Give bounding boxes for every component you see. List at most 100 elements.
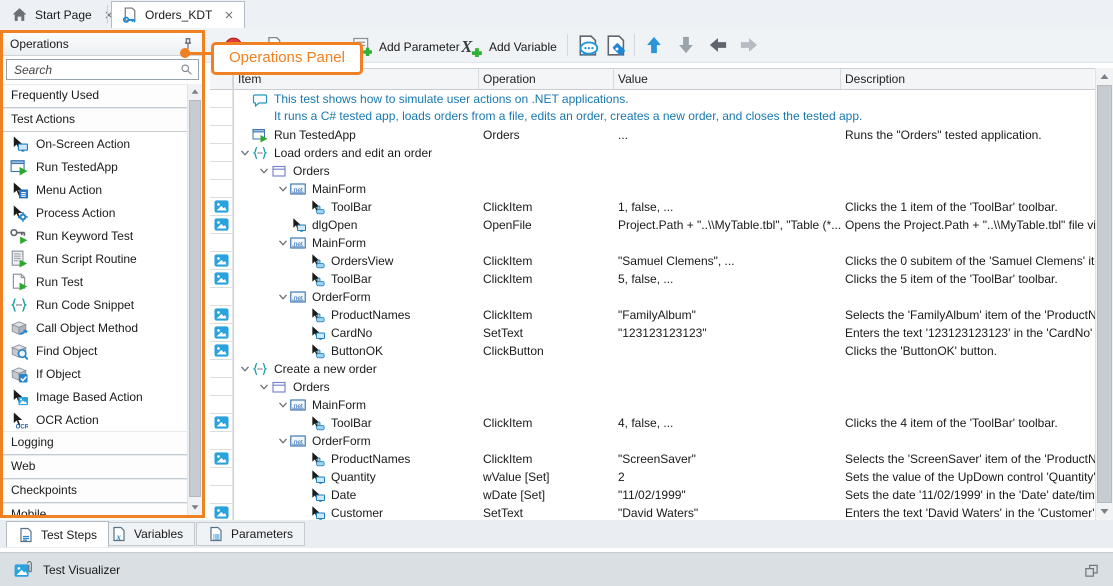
move-up-icon[interactable] <box>644 35 664 55</box>
table-row-productnames[interactable]: ProductNamesClickItem"FamilyAlbum"Select… <box>234 306 1096 324</box>
operation-item-run-script-routine[interactable]: Run Script Routine <box>3 247 188 270</box>
chevron-down-icon[interactable] <box>238 362 252 376</box>
table-row-orders[interactable]: Orders <box>234 162 1096 180</box>
visualizer-thumbnail-icon[interactable] <box>213 325 230 340</box>
add-variable-button[interactable]: Add Variable <box>489 38 557 56</box>
operation-item-run-code-snippet[interactable]: Run Code Snippet <box>3 293 188 316</box>
operation-cell[interactable]: OpenFile <box>483 216 614 234</box>
operation-cell[interactable]: ClickItem <box>483 198 614 216</box>
chevron-down-icon[interactable] <box>257 164 271 178</box>
operation-cell[interactable]: Orders <box>483 126 614 144</box>
operations-group-web[interactable]: Web <box>3 455 188 479</box>
table-row-orderform[interactable]: .netOrderForm <box>234 288 1096 306</box>
value-cell[interactable]: 2 <box>618 468 841 486</box>
table-row-date[interactable]: DatewDate [Set]"11/02/1999"Sets the date… <box>234 486 1096 504</box>
visualizer-thumbnail-icon[interactable] <box>213 343 230 358</box>
gutter-cell[interactable] <box>210 324 233 342</box>
comment-row[interactable]: This test shows how to simulate user act… <box>234 90 1096 126</box>
table-row-mainform[interactable]: .netMainForm <box>234 396 1096 414</box>
operation-cell[interactable]: ClickItem <box>483 414 614 432</box>
visualizer-thumbnail-icon[interactable] <box>213 199 230 214</box>
chevron-down-icon[interactable] <box>276 182 290 196</box>
scrollbar-thumb[interactable] <box>1097 85 1112 503</box>
operation-item-ocr-action[interactable]: OCROCR Action <box>3 408 188 431</box>
test-visualizer-bar[interactable]: Test Visualizer <box>0 552 1113 586</box>
move-down-icon[interactable] <box>676 35 696 55</box>
tab-variables[interactable]: x Variables <box>99 522 195 546</box>
column-header-description[interactable]: Description <box>841 69 1096 89</box>
operation-item-run-keyword-test[interactable]: Run Keyword Test <box>3 224 188 247</box>
value-cell[interactable]: "FamilyAlbum" <box>618 306 841 324</box>
value-cell[interactable]: "ScreenSaver" <box>618 450 841 468</box>
chevron-down-icon[interactable] <box>238 146 252 160</box>
gutter-cell[interactable] <box>210 216 233 234</box>
operation-cell[interactable]: wDate [Set] <box>483 486 614 504</box>
description-cell[interactable]: Enters the text '123123123123' in the 'C… <box>845 324 1096 342</box>
operations-group-frequently-used[interactable]: Frequently Used <box>3 84 188 108</box>
add-variable-icon[interactable]: X <box>461 36 482 57</box>
table-row-toolbar[interactable]: ToolBarClickItem5, false, ...Clicks the … <box>234 270 1096 288</box>
gutter-cell[interactable] <box>210 252 233 270</box>
operations-search-box[interactable] <box>6 59 199 80</box>
operations-group-checkpoints[interactable]: Checkpoints <box>3 479 188 503</box>
operations-group-mobile[interactable]: Mobile <box>3 503 188 515</box>
table-row-create-a-new-order[interactable]: Create a new order <box>234 360 1096 378</box>
description-cell[interactable]: Sets the date '11/02/1999' in the 'Date'… <box>845 486 1096 504</box>
visualizer-thumbnail-icon[interactable] <box>213 415 230 430</box>
table-row-quantity[interactable]: QuantitywValue [Set]2Sets the value of t… <box>234 468 1096 486</box>
operations-group-logging[interactable]: Logging <box>3 431 188 455</box>
chevron-down-icon[interactable] <box>276 398 290 412</box>
add-label-icon[interactable] <box>604 34 627 57</box>
table-row-ordersview[interactable]: OrdersViewClickItem"Samuel Clemens", ...… <box>234 252 1096 270</box>
operations-group-test-actions[interactable]: Test Actions <box>3 108 188 132</box>
description-cell[interactable]: Enters the text 'David Waters' in the 'C… <box>845 504 1096 520</box>
scroll-down-icon[interactable] <box>188 500 202 514</box>
table-row-load-orders-and-edit-an-order[interactable]: Load orders and edit an order <box>234 144 1096 162</box>
operation-item-run-testedapp[interactable]: Run TestedApp <box>3 155 188 178</box>
operation-cell[interactable]: SetText <box>483 324 614 342</box>
description-cell[interactable]: Clicks the 5 item of the 'ToolBar' toolb… <box>845 270 1096 288</box>
chevron-down-icon[interactable] <box>276 290 290 304</box>
add-parameter-button[interactable]: Add Parameter <box>379 38 460 56</box>
search-input[interactable] <box>12 62 180 78</box>
table-row-orderform[interactable]: .netOrderForm <box>234 432 1096 450</box>
gutter-cell[interactable] <box>210 450 233 468</box>
description-cell[interactable]: Sets the value of the UpDown control 'Qu… <box>845 468 1096 486</box>
visualizer-thumbnail-icon[interactable] <box>213 253 230 268</box>
table-row-productnames[interactable]: ProductNamesClickItem"ScreenSaver"Select… <box>234 450 1096 468</box>
operation-item-image-based-action[interactable]: Image Based Action <box>3 385 188 408</box>
table-row-mainform[interactable]: .netMainForm <box>234 180 1096 198</box>
gutter-cell[interactable] <box>210 270 233 288</box>
table-row-cardno[interactable]: CardNoSetText"123123123123"Enters the te… <box>234 324 1096 342</box>
table-row-dlgopen[interactable]: dlgOpenOpenFileProject.Path + "..\\MyTab… <box>234 216 1096 234</box>
description-cell[interactable]: Clicks the 'ButtonOK' button. <box>845 342 1096 360</box>
grid-scrollbar[interactable] <box>1095 68 1113 520</box>
scrollbar-thumb[interactable] <box>189 100 201 497</box>
operation-item-if-object[interactable]: If Object <box>3 362 188 385</box>
description-cell[interactable]: Selects the 'FamilyAlbum' item of the 'P… <box>845 306 1096 324</box>
description-cell[interactable]: Clicks the 1 item of the 'ToolBar' toolb… <box>845 198 1096 216</box>
tab-test-steps[interactable]: Test Steps <box>6 521 109 547</box>
visualizer-thumbnail-icon[interactable] <box>213 505 230 520</box>
gutter-cell[interactable] <box>210 504 233 520</box>
operation-item-process-action[interactable]: Process Action <box>3 201 188 224</box>
chevron-down-icon[interactable] <box>257 380 271 394</box>
visualizer-thumbnail-icon[interactable] <box>213 271 230 286</box>
table-row-mainform[interactable]: .netMainForm <box>234 234 1096 252</box>
value-cell[interactable]: 5, false, ... <box>618 270 841 288</box>
gutter-cell[interactable] <box>210 342 233 360</box>
tab-parameters[interactable]: Parameters <box>196 522 305 546</box>
operation-item-menu-action[interactable]: Menu Action <box>3 178 188 201</box>
table-row-customer[interactable]: CustomerSetText"David Waters"Enters the … <box>234 504 1096 520</box>
outdent-icon[interactable] <box>706 35 730 55</box>
gutter-cell[interactable] <box>210 306 233 324</box>
column-header-value[interactable]: Value <box>614 69 841 89</box>
value-cell[interactable]: 1, false, ... <box>618 198 841 216</box>
table-row-buttonok[interactable]: ButtonOKClickButtonClicks the 'ButtonOK'… <box>234 342 1096 360</box>
value-cell[interactable]: "David Waters" <box>618 504 841 520</box>
value-cell[interactable]: ... <box>618 126 841 144</box>
value-cell[interactable]: Project.Path + "..\\MyTable.tbl", "Table… <box>618 216 841 234</box>
operation-item-call-object-method[interactable]: Call Object Method <box>3 316 188 339</box>
scroll-down-icon[interactable] <box>1096 503 1113 519</box>
operation-cell[interactable]: ClickItem <box>483 306 614 324</box>
